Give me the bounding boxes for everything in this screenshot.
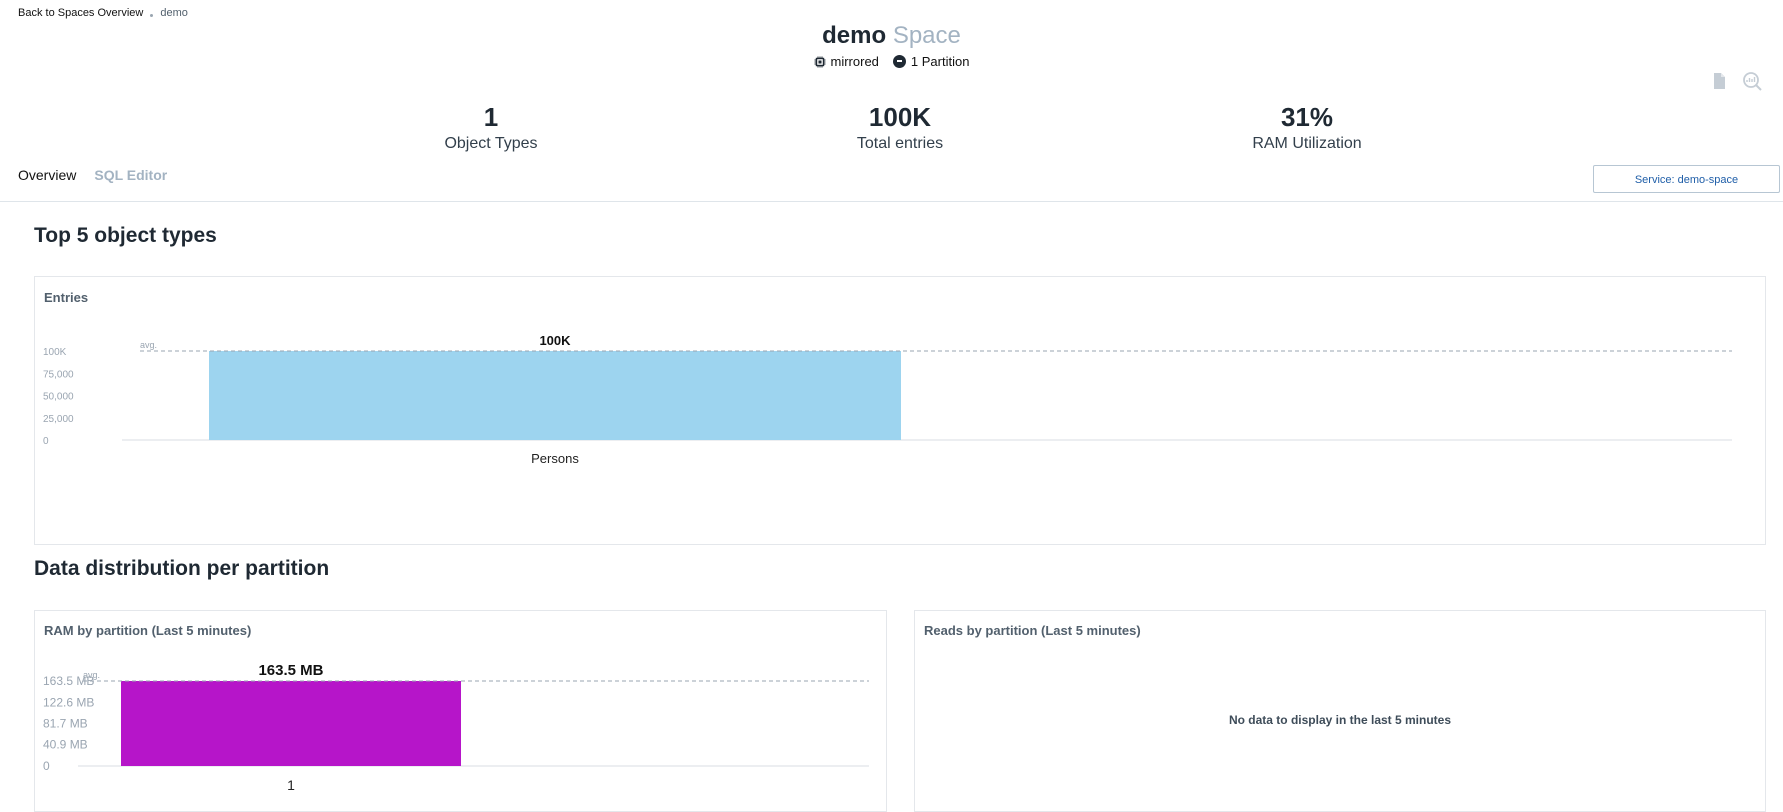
mode-badge: mirrored [814, 54, 879, 69]
entries-chart: 0 25,000 50,000 75,000 100K 100K Persons avg. [43, 333, 1732, 466]
stat-label: Total entries [856, 135, 944, 152]
y-tick-label: 122.6 MB [43, 695, 94, 709]
page-title: demo Space [0, 20, 1783, 52]
partition-label: 1 Partition [910, 54, 970, 69]
bar [121, 681, 461, 766]
service-button[interactable]: Service: demo-space [1593, 165, 1780, 193]
breadcrumb-separator [150, 13, 154, 17]
space-suffix: Space [892, 22, 961, 49]
entries-panel: Entries 0 25,000 50,000 75,000 100K 100K Perso… [34, 276, 1766, 545]
y-tick-label: 50,000 [43, 392, 74, 403]
bar-data-label: 163.5 MB [258, 662, 323, 679]
no-data-message: No data to display in the last 5 minutes [1228, 713, 1452, 727]
stat-label: RAM Utilization [1252, 135, 1362, 152]
stat-total-entries: 100K Total entries [790, 100, 1010, 154]
stat-value: 31% [1280, 102, 1334, 132]
tab-overview[interactable]: Overview [18, 167, 76, 183]
breadcrumb: Back to Spaces Overview demo [18, 7, 188, 19]
avg-label: avg. [83, 670, 100, 680]
space-badges: mirrored 1 Partition [0, 54, 1783, 69]
avg-label: avg. [140, 340, 157, 350]
partition-badge: 1 Partition [892, 54, 970, 69]
space-name: demo [822, 22, 887, 49]
y-tick-label: 25,000 [43, 414, 74, 425]
tab-sql-editor[interactable]: SQL Editor [94, 167, 167, 183]
y-tick-label: 100K [43, 347, 67, 358]
y-tick-label: 0 [43, 759, 50, 773]
partition-icon [892, 55, 906, 68]
stat-label: Object Types [444, 135, 538, 152]
stat-value: 100K [868, 102, 932, 132]
back-to-spaces-link[interactable]: Back to Spaces Overview [18, 7, 143, 19]
section-distribution-heading: Data distribution per partition [34, 557, 330, 580]
bar [209, 351, 901, 440]
y-tick-label: 40.9 MB [43, 738, 88, 752]
stat-ram-utilization: 31% RAM Utilization [1197, 100, 1417, 154]
chip-icon [814, 56, 826, 67]
y-tick-label: 81.7 MB [43, 717, 88, 731]
breadcrumb-current: demo [160, 7, 188, 19]
tab-bar: Overview SQL Editor [18, 167, 167, 183]
y-tick-label: 0 [43, 436, 49, 447]
reads-panel-title: Reads by partition (Last 5 minutes) [924, 623, 1141, 638]
mode-label: mirrored [830, 54, 879, 69]
ram-panel: RAM by partition (Last 5 minutes) 0 40.9 … [34, 610, 887, 812]
stat-value: 1 [483, 102, 499, 132]
divider [0, 201, 1783, 202]
stat-object-types: 1 Object Types [381, 100, 601, 154]
bar-data-label: 100K [539, 333, 571, 348]
y-tick-label: 75,000 [43, 369, 74, 380]
section-top-types-heading: Top 5 object types [34, 224, 217, 247]
x-category-label: Persons [531, 451, 579, 466]
ram-chart: 040.9 MB81.7 MB122.6 MB163.5 MB163.5 MB1… [43, 662, 869, 793]
x-category-label: 1 [287, 777, 295, 793]
reads-panel: Reads by partition (Last 5 minutes) No d… [914, 610, 1766, 812]
monitor-search-icon[interactable] [1741, 70, 1763, 92]
document-icon[interactable] [1708, 70, 1730, 92]
